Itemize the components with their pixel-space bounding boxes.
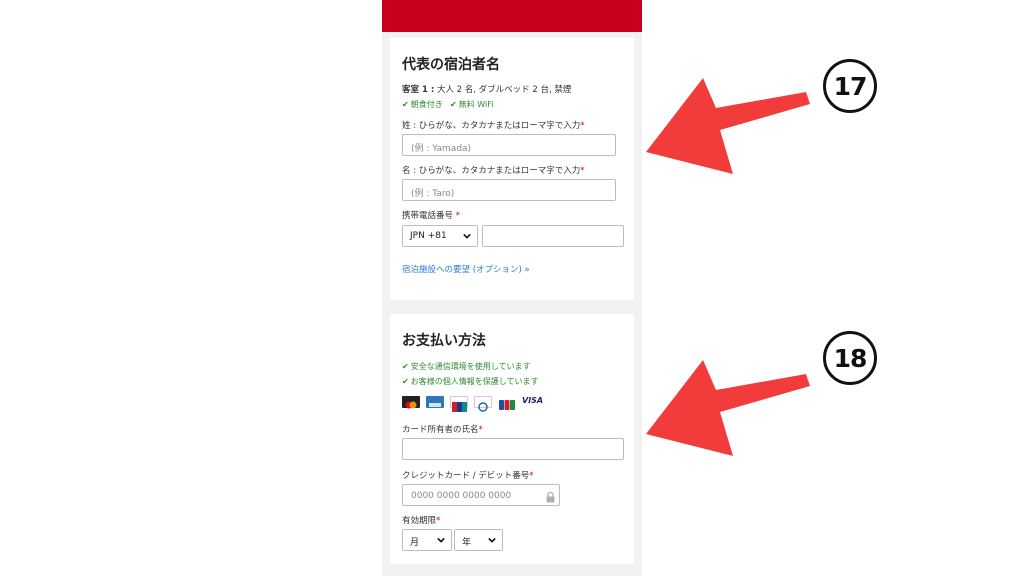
brand-header-bar xyxy=(382,0,642,32)
step-number-badge: 17 xyxy=(823,59,877,113)
step-number-badge: 18 xyxy=(823,331,877,385)
red-arrow-icon xyxy=(646,360,810,456)
double-chevron-down-icon: » xyxy=(524,265,530,275)
amenity-label: 無料 WiFi xyxy=(458,100,494,109)
phone-label: 携帯電話番号 * xyxy=(402,211,460,221)
check-icon: ✔ xyxy=(450,100,457,109)
payment-method-card: お支払い方法 ✔ 安全な通信環境を使用しています ✔ お客様の個人情報を保護していま… xyxy=(390,314,634,564)
guest-name-card: 代表の宿泊者名 客室 1 : 大人 2 名, ダブルベッド 2 台, 禁煙 ✔ 朝… xyxy=(390,38,634,300)
secure-note-text: 安全な通信環境を使用しています xyxy=(410,362,531,371)
country-code-value: JPN +81 xyxy=(410,231,447,241)
amenity-label: 朝食付き xyxy=(410,100,443,109)
chevron-down-icon xyxy=(488,537,496,543)
check-icon: ✔ xyxy=(402,100,409,109)
check-icon: ✔ xyxy=(402,377,409,386)
mobile-booking-page: 代表の宿泊者名 客室 1 : 大人 2 名, ダブルベッド 2 台, 禁煙 ✔ 朝… xyxy=(382,0,642,576)
expiry-year-select[interactable]: 年 xyxy=(454,529,503,551)
red-arrow-icon xyxy=(646,78,810,174)
card-number-placeholder: 0000 0000 0000 0000 xyxy=(411,491,512,501)
expiry-year-value: 年 xyxy=(462,538,472,548)
screenshot-stage: 代表の宿泊者名 客室 1 : 大人 2 名, ダブルベッド 2 台, 禁煙 ✔ 朝… xyxy=(0,0,1024,576)
privacy-note: ✔ お客様の個人情報を保護しています xyxy=(402,376,538,387)
mastercard-icon xyxy=(402,396,420,409)
cardholder-input[interactable] xyxy=(402,438,624,460)
chevron-down-icon xyxy=(437,537,445,543)
guest-section-title: 代表の宿泊者名 xyxy=(402,57,500,73)
amenity-breakfast: ✔ 朝食付き xyxy=(402,99,443,110)
room-detail: 大人 2 名, ダブルベッド 2 台, 禁煙 xyxy=(436,85,572,95)
last-name-input[interactable]: (例 : Yamada) xyxy=(402,134,616,156)
visa-icon: VISA xyxy=(522,396,544,405)
unionpay-icon xyxy=(450,396,468,412)
jcb-icon xyxy=(498,396,516,410)
diners-icon xyxy=(474,396,492,412)
expiry-month-select[interactable]: 月 xyxy=(402,529,452,551)
payment-section-title: お支払い方法 xyxy=(402,333,486,349)
expiry-label: 有効期限* xyxy=(402,516,441,526)
expiry-month-value: 月 xyxy=(410,538,420,548)
amex-icon xyxy=(426,396,444,408)
special-request-link[interactable]: 宿泊施設への要望 (オプション) » xyxy=(402,263,530,275)
chevron-down-icon xyxy=(463,233,471,239)
room-label: 客室 1 : xyxy=(402,85,435,95)
secure-note: ✔ 安全な通信環境を使用しています xyxy=(402,361,530,372)
check-icon: ✔ xyxy=(402,362,409,371)
card-number-label: クレジットカード / デビット番号* xyxy=(402,471,534,481)
first-name-input[interactable]: (例 : Taro) xyxy=(402,179,616,201)
amenity-wifi: ✔ 無料 WiFi xyxy=(450,99,493,110)
last-name-label: 姓 : ひらがな、カタカナまたはローマ字で入力* xyxy=(402,121,585,131)
cardholder-label: カード所有者の氏名* xyxy=(402,425,483,435)
country-code-select[interactable]: JPN +81 xyxy=(402,225,478,247)
phone-number-input[interactable] xyxy=(482,225,624,247)
privacy-note-text: お客様の個人情報を保護しています xyxy=(410,377,539,386)
first-name-label: 名 : ひらがな、カタカナまたはローマ字で入力* xyxy=(402,166,585,176)
lock-icon xyxy=(546,492,555,503)
card-number-input[interactable]: 0000 0000 0000 0000 xyxy=(402,484,560,506)
room-summary: 客室 1 : 大人 2 名, ダブルベッド 2 台, 禁煙 xyxy=(402,83,571,95)
